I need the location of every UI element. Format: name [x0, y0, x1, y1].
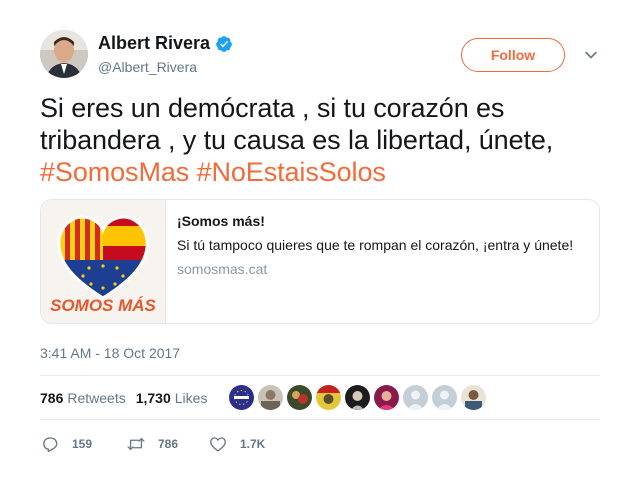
liker-avatar[interactable]	[229, 385, 254, 410]
liker-avatar[interactable]	[461, 385, 486, 410]
card-domain[interactable]: somosmas.cat	[177, 261, 573, 277]
heart-icon	[210, 437, 226, 452]
likes-count: 1,730	[135, 390, 171, 406]
like-count: 1.7K	[240, 437, 266, 451]
hashtag-link[interactable]: #NoEstaisSolos	[197, 157, 386, 187]
retweet-count: 786	[158, 437, 179, 451]
verified-badge-icon	[216, 35, 232, 52]
likes-label: Likes	[174, 390, 208, 406]
tweet-actions: 159 786 1.7K	[40, 434, 265, 454]
likers-avatars	[229, 385, 490, 410]
retweet-action[interactable]: 786	[126, 434, 208, 454]
divider	[40, 419, 600, 420]
tweet-text: Si eres un demócrata , si tu corazón es …	[40, 92, 600, 188]
liker-avatar[interactable]	[345, 385, 370, 410]
hashtag-link[interactable]: #SomosMas	[40, 157, 189, 187]
author-avatar[interactable]	[40, 30, 88, 78]
heart-flag-logo: SOMOS MÁS	[50, 215, 157, 315]
link-card[interactable]: SOMOS MÁS ¡Somos más! Si tú tampoco quie…	[40, 199, 600, 324]
liker-avatar[interactable]	[258, 385, 283, 410]
card-description: Si tú tampoco quieres que te rompan el c…	[177, 237, 574, 253]
card-title[interactable]: ¡Somos más!	[177, 213, 573, 229]
retweet-icon	[127, 437, 145, 451]
author-name[interactable]: Albert Rivera	[98, 33, 210, 54]
reply-icon	[43, 437, 58, 453]
liker-avatar[interactable]	[403, 385, 428, 410]
retweets-count: 786	[40, 390, 64, 406]
liker-avatar[interactable]	[316, 385, 341, 410]
reply-count: 159	[72, 437, 93, 451]
card-logo-text: SOMOS MÁS	[50, 296, 156, 315]
tweet-stats: 786 Retweets 1,730 Likes	[40, 390, 207, 406]
tweet-timestamp[interactable]: 3:41 AM - 18 Oct 2017	[40, 345, 180, 361]
liker-avatar[interactable]	[374, 385, 399, 410]
follow-button[interactable]: Follow	[461, 38, 565, 72]
card-thumbnail[interactable]: SOMOS MÁS	[41, 200, 166, 323]
chevron-down-icon[interactable]	[584, 48, 598, 62]
retweets-label: Retweets	[67, 390, 126, 406]
author-name-row[interactable]: Albert Rivera	[98, 33, 233, 54]
retweets-stat[interactable]: 786 Retweets	[40, 390, 126, 406]
author-handle[interactable]: @Albert_Rivera	[98, 59, 197, 75]
likes-stat[interactable]: 1,730 Likes	[136, 390, 208, 406]
divider	[40, 375, 600, 376]
like-action[interactable]: 1.7K	[208, 434, 265, 454]
liker-avatar[interactable]	[287, 385, 312, 410]
card-body[interactable]: ¡Somos más! Si tú tampoco quieres que te…	[166, 200, 573, 323]
liker-avatar[interactable]	[432, 385, 457, 410]
reply-action[interactable]: 159	[40, 434, 126, 454]
tweet-body-text: Si eres un demócrata , si tu corazón es …	[40, 93, 554, 155]
